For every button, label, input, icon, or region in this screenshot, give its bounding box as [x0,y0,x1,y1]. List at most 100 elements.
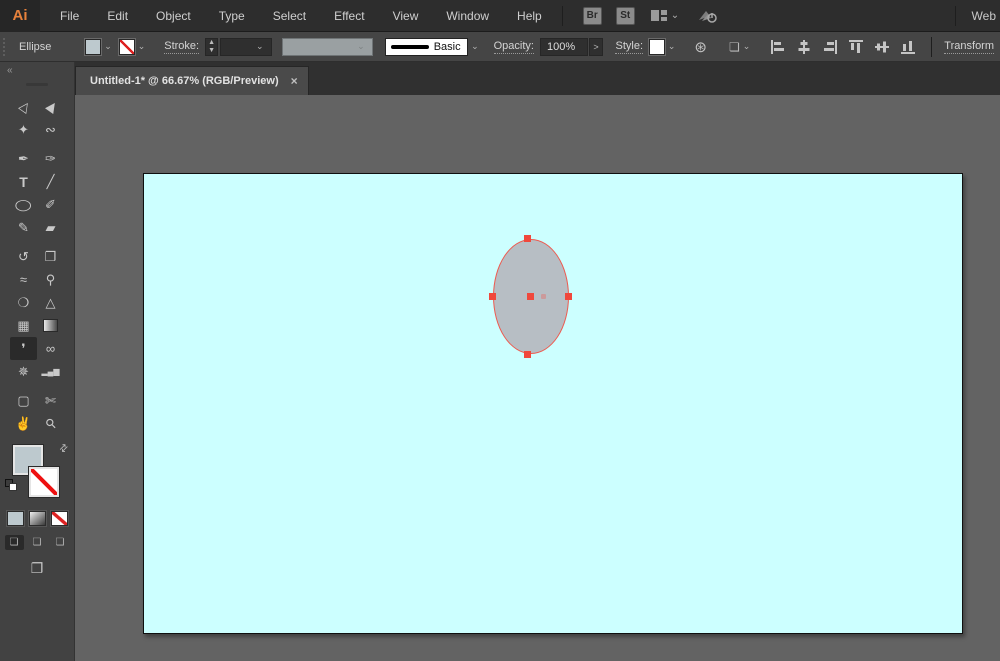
default-fill-stroke-icon[interactable] [5,479,17,491]
chevron-down-icon[interactable]: ⌄ [471,41,479,52]
style-swatch[interactable] [648,37,666,56]
hand-tool[interactable]: ✌ [10,412,37,435]
chevron-down-icon[interactable]: ⌄ [743,41,751,52]
free-transform-tool[interactable]: ❐ [37,245,64,268]
recolor-artwork-icon[interactable]: ⊛ [694,38,707,56]
center-anchor-handle[interactable] [527,293,534,300]
menu-type[interactable]: Type [205,0,259,32]
selection-type-label: Ellipse [18,40,52,53]
gradient-tool[interactable] [37,314,64,337]
gpu-performance-icon [699,10,717,23]
line-segment-tool[interactable]: ╱ [37,170,64,193]
style-label[interactable]: Style: [615,40,643,54]
shaper-tool[interactable]: ✎ [10,216,37,239]
anchor-handle-bottom[interactable] [524,351,531,358]
menu-effect[interactable]: Effect [320,0,378,32]
swap-fill-stroke-icon[interactable]: ⇄ [57,442,71,456]
fill-color-swatch[interactable] [84,37,103,56]
rotate-tool[interactable]: ↺ [10,245,37,268]
gradient-button[interactable] [28,511,46,526]
align-vertical-center-icon[interactable] [875,40,890,54]
puppet-warp-tool[interactable]: ⚲ [37,268,64,291]
collapse-panel-icon[interactable]: « [7,65,12,76]
align-horizontal-right-icon[interactable] [823,39,838,54]
paintbrush-tool[interactable]: ✐ [37,193,64,216]
stroke-swatch-none[interactable] [29,467,59,497]
shape-builder-tool[interactable]: ❍ [10,291,37,314]
document-tab[interactable]: Untitled-1* @ 66.67% (RGB/Preview) × [75,66,309,95]
menu-object[interactable]: Object [142,0,205,32]
slice-tool[interactable]: ✄ [37,389,64,412]
eraser-tool[interactable]: ▰ [37,216,64,239]
direct-selection-tool[interactable]: ▶ [37,95,64,118]
width-tool[interactable]: ≈ [10,268,37,291]
none-button[interactable] [50,511,68,526]
step-up-icon[interactable]: ▲ [208,39,215,47]
rotate-tool-icon: ↺ [18,249,29,264]
brush-panel-button[interactable]: Br [582,6,602,25]
type-tool[interactable]: T [10,170,37,193]
toolbar-grip[interactable] [26,83,48,86]
menu-file[interactable]: File [46,0,93,32]
symbol-sprayer-tool[interactable]: ✵ [10,360,37,383]
align-vertical-top-icon[interactable] [849,39,864,54]
menu-edit[interactable]: Edit [93,0,142,32]
lasso-tool[interactable]: ∾ [37,118,64,141]
menu-view[interactable]: View [379,0,433,32]
width-profile-dropdown[interactable]: ⌄ [281,37,373,56]
canvas[interactable] [75,95,1000,661]
stroke-weight-dropdown[interactable]: ⌄ [220,37,272,56]
live-shape-center-widget [541,294,546,299]
symbol-sprayer-tool-icon: ✵ [18,364,29,379]
type-tool-icon: T [19,173,28,190]
selection-tool[interactable]: ▷ [10,95,37,118]
artboard[interactable] [143,173,963,634]
mesh-tool[interactable]: ▦ [10,314,37,337]
stroke-panel-button[interactable]: St [615,6,635,25]
transform-label[interactable]: Transform [944,40,995,54]
document-setup-icon[interactable]: ❏ [729,40,740,54]
zoom-tool[interactable]: ⚲ [37,412,64,435]
stroke-weight-stepper[interactable]: ▲ ▼ [205,37,218,56]
divider [931,36,933,57]
panel-grip[interactable] [3,37,7,56]
anchor-handle-left[interactable] [489,293,496,300]
draw-inside-button[interactable]: ❏ [51,535,70,550]
curvature-tool[interactable]: ✑ [37,147,64,170]
chevron-down-icon[interactable]: ⌄ [668,41,676,52]
gpu-performance-button[interactable] [697,8,719,24]
align-vertical-bottom-icon[interactable] [901,40,916,54]
opacity-popup-button[interactable]: > [588,37,604,56]
artboard-tool[interactable]: ▢ [10,389,37,412]
draw-behind-button[interactable]: ❏ [28,535,47,550]
menu-select[interactable]: Select [259,0,320,32]
align-horizontal-left-icon[interactable] [771,39,785,54]
chevron-down-icon[interactable]: ⌄ [104,41,112,52]
workspace-switcher[interactable]: Web [962,9,1000,23]
arrange-documents-dropdown[interactable]: ⌄ [650,9,679,22]
column-graph-tool[interactable]: ▂▄▆ [37,360,64,383]
blend-tool[interactable]: ∞ [37,337,64,360]
anchor-handle-top[interactable] [524,235,531,242]
menu-window[interactable]: Window [432,0,503,32]
opacity-input[interactable]: 100% [539,37,588,56]
brush-definition-dropdown[interactable]: Basic [384,37,469,56]
anchor-handle-right[interactable] [565,293,572,300]
step-down-icon[interactable]: ▼ [208,47,215,55]
opacity-label[interactable]: Opacity: [493,40,534,54]
close-tab-icon[interactable]: × [291,74,298,88]
perspective-grid-tool[interactable]: △ [37,291,64,314]
pen-tool[interactable]: ✒ [10,147,37,170]
magic-wand-tool[interactable]: ✦ [10,118,37,141]
change-screen-mode-icon[interactable]: ❐ [0,560,74,577]
chevron-down-icon[interactable]: ⌄ [138,41,146,52]
align-horizontal-center-icon[interactable] [797,39,811,54]
stroke-weight-label[interactable]: Stroke: [164,40,200,54]
stroke-color-swatch[interactable] [117,37,136,56]
toolbar-header: « [0,62,74,95]
draw-normal-button[interactable]: ❏ [4,535,24,550]
ellipse-tool[interactable]: ◯ [10,193,37,216]
color-button[interactable] [6,511,24,526]
menu-help[interactable]: Help [503,0,556,32]
eyedropper-tool[interactable]: ❜ [10,337,37,360]
